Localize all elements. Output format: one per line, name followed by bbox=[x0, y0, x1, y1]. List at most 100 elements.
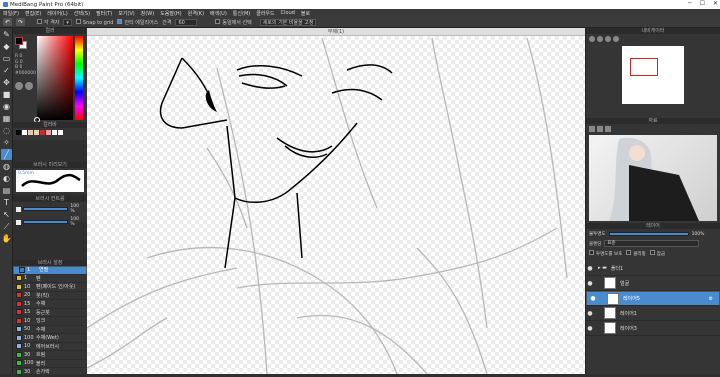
brush-item[interactable]: 10 잉크 bbox=[13, 317, 87, 326]
menu-color[interactable]: 배색(U) bbox=[210, 10, 227, 17]
menu-view[interactable]: 보기(V) bbox=[118, 10, 135, 17]
fg-color-swatch[interactable] bbox=[15, 37, 23, 45]
menu-layer[interactable]: 레이어(L) bbox=[47, 10, 68, 17]
brush-tool-icon[interactable]: ╱ bbox=[1, 149, 12, 160]
brush-size-slider[interactable] bbox=[22, 207, 69, 211]
brush-item[interactable]: 15 둥근붓 bbox=[13, 309, 87, 317]
layer-item[interactable]: ● 레이어3 bbox=[586, 321, 720, 336]
navigator-viewport[interactable] bbox=[630, 58, 658, 76]
maximize-button[interactable]: ☐ bbox=[700, 0, 705, 7]
menu-help[interactable]: 도움말(H) bbox=[160, 10, 181, 17]
visibility-eye-icon[interactable]: ● bbox=[589, 295, 597, 302]
brush-item[interactable]: 1펜 bbox=[13, 275, 87, 283]
select-rect-tool-icon[interactable]: ▭ bbox=[1, 53, 12, 64]
palette-swatch[interactable] bbox=[16, 130, 21, 135]
brush-item[interactable]: 10 에어브러시 bbox=[13, 343, 87, 351]
rotate-icon[interactable] bbox=[613, 36, 619, 42]
menu-remote[interactable]: 원격(K) bbox=[188, 10, 204, 17]
menu-comm[interactable]: 통신(M) bbox=[233, 10, 250, 17]
drawing-canvas[interactable]: 무제(1) bbox=[87, 28, 585, 374]
zoom-in-icon[interactable] bbox=[589, 36, 595, 42]
move-tool-icon[interactable]: ✥ bbox=[1, 77, 12, 88]
menu-select[interactable]: 선택(S) bbox=[74, 10, 90, 17]
protect-alpha-checkbox[interactable]: 투명도를 보호 bbox=[589, 250, 622, 257]
palette-swatch[interactable] bbox=[28, 130, 33, 135]
layer-item[interactable]: ● ▸ ▬ 폴더1 bbox=[586, 261, 720, 276]
palette-swatch[interactable] bbox=[34, 130, 39, 135]
protect-ratio-button[interactable]: 세로의 기본 비율을 고정 bbox=[259, 18, 317, 26]
hue-slider[interactable] bbox=[75, 36, 83, 120]
antialias-checkbox[interactable]: 안티 에일리어스 bbox=[117, 18, 158, 26]
menu-cloud[interactable]: Cloud bbox=[281, 10, 295, 16]
navigator-preview[interactable] bbox=[622, 46, 684, 104]
menu-edit[interactable]: 편집(E) bbox=[25, 10, 41, 17]
menu-blog[interactable]: 블로 bbox=[301, 10, 310, 17]
grid-toggle[interactable]: 각 격자 bbox=[37, 18, 59, 26]
visibility-eye-icon[interactable]: ● bbox=[586, 280, 594, 287]
brush-item[interactable]: 1 연필 bbox=[13, 266, 87, 275]
visibility-eye-icon[interactable]: ● bbox=[586, 265, 594, 272]
pen-tool-icon[interactable]: ✎ bbox=[1, 29, 12, 40]
brush-item[interactable]: 30 손가락 bbox=[13, 368, 87, 377]
grid-mode-select[interactable]: ▾ bbox=[63, 18, 72, 26]
layer-opacity-slider[interactable] bbox=[608, 232, 689, 236]
menu-window[interactable]: 창(W) bbox=[141, 10, 154, 17]
layer-item[interactable]: ● 레이어5 ⚙ bbox=[586, 291, 720, 306]
bucket-tool-icon[interactable]: ◉ bbox=[1, 101, 12, 112]
palette-swatch[interactable] bbox=[58, 130, 63, 135]
fg-bg-swatch[interactable] bbox=[15, 37, 28, 50]
color-slider-icon[interactable] bbox=[25, 82, 33, 90]
menu-file[interactable]: 파일(F) bbox=[3, 10, 19, 17]
operation-tool-icon[interactable]: ↖ bbox=[1, 209, 12, 220]
brush-item[interactable]: 15 수채 bbox=[13, 300, 87, 309]
eraser-tool-icon[interactable]: ◆ bbox=[1, 41, 12, 52]
visibility-eye-icon[interactable]: ● bbox=[586, 325, 594, 332]
brush-item[interactable]: 10 펜(페이드 인/아웃) bbox=[13, 283, 87, 292]
clipping-checkbox[interactable]: 클리핑 bbox=[626, 250, 646, 257]
text-tool-icon[interactable]: T bbox=[1, 197, 12, 208]
close-button[interactable]: ✕ bbox=[713, 0, 718, 7]
fill-rect-tool-icon[interactable]: ■ bbox=[1, 89, 12, 100]
brush-item[interactable]: 100 수채(Wet) bbox=[13, 334, 87, 343]
brush-item[interactable]: 100 블러 bbox=[13, 360, 87, 368]
snap-checkbox[interactable]: Snap to grid bbox=[75, 18, 113, 26]
redo-button[interactable]: ↷ bbox=[16, 18, 25, 26]
visibility-eye-icon[interactable]: ● bbox=[586, 310, 594, 317]
ref-open-icon[interactable] bbox=[589, 126, 595, 132]
lock-checkbox[interactable]: 잠금 bbox=[649, 250, 665, 257]
minimize-button[interactable]: ─ bbox=[688, 0, 692, 7]
undo-button[interactable]: ↶ bbox=[3, 18, 12, 26]
brush-item[interactable]: 30 흐림 bbox=[13, 351, 87, 360]
reference-checkbox[interactable]: 동일에서 선택 bbox=[215, 18, 252, 26]
brush-item[interactable]: 20 붓(직) bbox=[13, 292, 87, 300]
palette-swatch[interactable] bbox=[40, 130, 45, 135]
fit-icon[interactable] bbox=[605, 36, 611, 42]
brush-item[interactable]: 50 수채 bbox=[13, 326, 87, 334]
blur-tool-icon[interactable]: ◍ bbox=[1, 161, 12, 172]
zoom-out-icon[interactable] bbox=[597, 36, 603, 42]
palette-swatch[interactable] bbox=[22, 130, 27, 135]
brush-opacity-slider[interactable] bbox=[22, 220, 69, 224]
color-wheel-icon[interactable] bbox=[15, 82, 23, 90]
layer-item[interactable]: ● 얼굴 bbox=[586, 276, 720, 291]
ref-zoom-out-icon[interactable] bbox=[605, 126, 611, 132]
saturation-value-picker[interactable] bbox=[34, 36, 73, 123]
divide-tool-icon[interactable]: ▤ bbox=[1, 185, 12, 196]
check-tool-icon[interactable]: ✓ bbox=[1, 65, 12, 76]
layer-item[interactable]: ● 레이어1 bbox=[586, 306, 720, 321]
hand-tool-icon[interactable]: ✋ bbox=[1, 233, 12, 244]
ref-zoom-icon[interactable] bbox=[597, 126, 603, 132]
menu-cloud-kr[interactable]: 클라우드 bbox=[256, 10, 274, 17]
magic-wand-tool-icon[interactable]: ✧ bbox=[1, 137, 12, 148]
menu-filter[interactable]: 필터(T) bbox=[96, 10, 112, 17]
palette-swatch[interactable] bbox=[46, 130, 51, 135]
eyedropper-tool-icon[interactable]: ⟋ bbox=[1, 221, 12, 232]
smudge-tool-icon[interactable]: ◐ bbox=[1, 173, 12, 184]
layer-settings-icon[interactable]: ⚙ bbox=[709, 296, 713, 302]
lasso-tool-icon[interactable]: ◌ bbox=[1, 125, 12, 136]
interval-input[interactable]: 60 bbox=[175, 18, 198, 26]
folder-icon[interactable]: ▸ ▬ bbox=[598, 265, 607, 271]
gradient-tool-icon[interactable]: ▦ bbox=[1, 113, 12, 124]
palette-swatch[interactable] bbox=[52, 130, 57, 135]
blend-select[interactable]: 표준 bbox=[604, 240, 700, 247]
